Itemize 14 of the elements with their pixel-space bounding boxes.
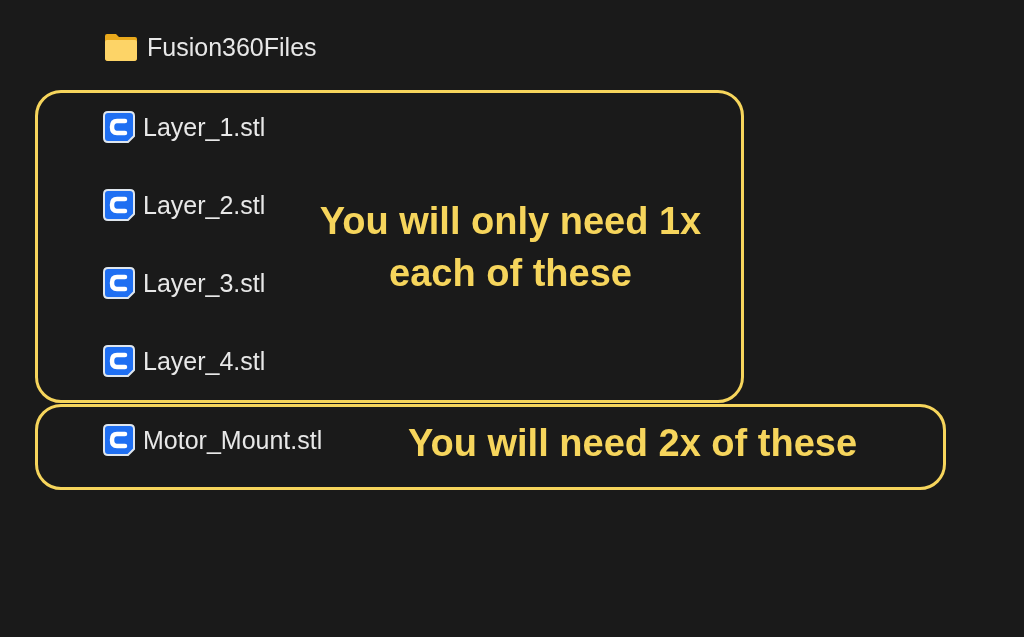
file-icon [103, 111, 135, 143]
file-item[interactable]: Layer_2.stl [103, 189, 266, 221]
file-item[interactable]: Motor_Mount.stl [103, 424, 323, 456]
callout-text: You will need 2x of these [408, 421, 858, 466]
file-item[interactable]: Layer_1.stl [103, 111, 266, 143]
file-icon [103, 345, 135, 377]
callout-text: You will only need 1x each of these [318, 198, 703, 296]
file-item[interactable]: Layer_4.stl [103, 345, 266, 377]
file-icon [103, 189, 135, 221]
file-icon [103, 267, 135, 299]
folder-icon [103, 32, 139, 62]
file-item[interactable]: Layer_3.stl [103, 267, 266, 299]
folder-item[interactable]: Fusion360Files [103, 32, 317, 62]
file-icon [103, 424, 135, 456]
